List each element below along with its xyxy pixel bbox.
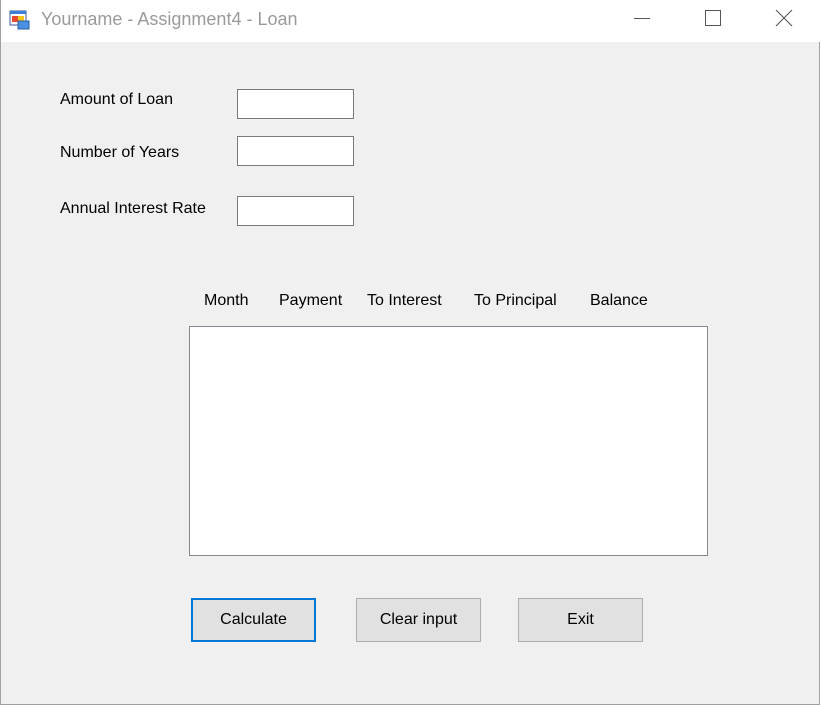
minimize-button[interactable] <box>619 0 665 36</box>
column-header-payment: Payment <box>279 292 343 309</box>
annual-interest-rate-input[interactable] <box>237 196 354 226</box>
amount-of-loan-label: Amount of Loan <box>60 91 173 108</box>
app-icon <box>9 8 31 30</box>
exit-button[interactable]: Exit <box>518 598 643 642</box>
window-title: Yourname - Assignment4 - Loan <box>41 9 298 29</box>
amortization-listbox[interactable] <box>189 326 708 556</box>
close-button[interactable] <box>761 0 807 36</box>
maximize-icon <box>705 10 721 26</box>
maximize-button[interactable] <box>690 0 736 36</box>
amount-of-loan-input[interactable] <box>237 89 354 119</box>
column-header-to-principal: To Principal <box>474 292 557 309</box>
calculate-button[interactable]: Calculate <box>191 598 316 642</box>
title-bar[interactable]: Yourname - Assignment4 - Loan <box>1 0 821 42</box>
clear-input-button[interactable]: Clear input <box>356 598 481 642</box>
close-icon <box>775 9 793 27</box>
annual-interest-rate-label: Annual Interest Rate <box>60 200 206 217</box>
number-of-years-label: Number of Years <box>60 144 180 161</box>
column-header-month: Month <box>204 292 249 309</box>
column-header-balance: Balance <box>590 292 648 309</box>
minimize-icon <box>634 18 650 19</box>
number-of-years-input[interactable] <box>237 136 354 166</box>
column-header-to-interest: To Interest <box>367 292 442 309</box>
loan-window: Yourname - Assignment4 - Loan Amount of … <box>0 0 821 705</box>
